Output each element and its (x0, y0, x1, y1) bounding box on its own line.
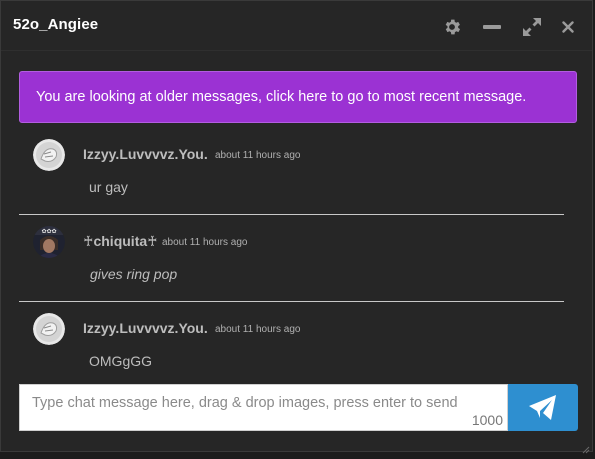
window-titlebar[interactable]: 52o_Angiee (1, 1, 592, 51)
message-composer: 1000 (19, 384, 508, 431)
svg-text:✿✿✿: ✿✿✿ (41, 228, 56, 235)
chat-message-input[interactable] (20, 385, 507, 430)
avatar[interactable]: ✿✿✿ (33, 226, 65, 258)
avatar[interactable] (33, 139, 65, 171)
resize-grip-icon[interactable] (582, 441, 590, 454)
message-divider (19, 214, 564, 215)
message-item: ✿✿✿ ♰chiquita♰ about 11 hours ago gives … (19, 218, 565, 298)
message-text: gives ring pop (90, 266, 178, 282)
message-timestamp: about 11 hours ago (215, 324, 301, 335)
message-text: ur gay (89, 179, 128, 195)
send-button[interactable] (508, 384, 578, 431)
message-item: Izzyy.Luvvvvz.You. about 11 hours ago OM… (19, 305, 565, 376)
minimize-icon[interactable] (480, 15, 504, 39)
avatar[interactable] (33, 313, 65, 345)
message-timestamp: about 11 hours ago (215, 150, 301, 161)
message-timestamp: about 11 hours ago (162, 237, 248, 248)
message-username[interactable]: Izzyy.Luvvvvz.You. (83, 320, 208, 336)
message-item: Izzyy.Luvvvvz.You. about 11 hours ago ur… (19, 131, 565, 211)
window-title: 52o_Angiee (13, 16, 99, 33)
close-icon[interactable] (556, 15, 580, 39)
character-counter: 1000 (471, 412, 503, 428)
older-messages-banner[interactable]: You are looking at older messages, click… (19, 71, 577, 123)
message-username[interactable]: ♰chiquita♰ (83, 233, 158, 250)
chat-window: 52o_Angiee You are looking at older mess… (0, 0, 593, 454)
message-divider (19, 301, 564, 302)
message-text: OMGgGG (89, 353, 153, 369)
message-username[interactable]: Izzyy.Luvvvvz.You. (83, 146, 208, 162)
message-list[interactable]: Izzyy.Luvvvvz.You. about 11 hours ago ur… (19, 131, 565, 376)
gear-icon[interactable] (440, 15, 464, 39)
expand-icon[interactable] (520, 15, 544, 39)
paper-plane-icon (529, 394, 556, 420)
